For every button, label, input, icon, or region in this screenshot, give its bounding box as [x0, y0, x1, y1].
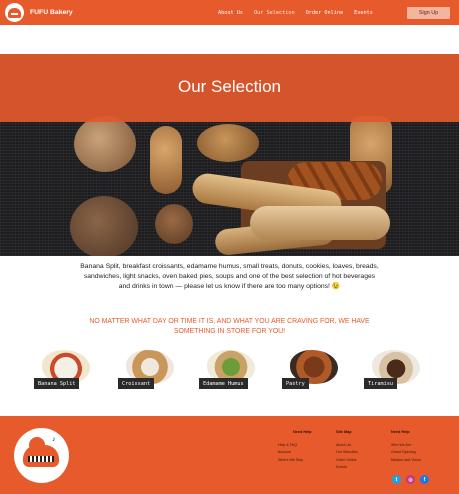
product-label[interactable]: Banana Split	[34, 378, 80, 389]
loaf-image	[250, 206, 390, 240]
footer-link[interactable]: About Us	[336, 443, 358, 447]
footer-link[interactable]: Help & FAQ	[278, 443, 312, 447]
footer-link[interactable]: Account	[278, 450, 312, 454]
tagline: NO MATTER WHAT DAY OR TIME IT IS, AND WH…	[89, 318, 370, 335]
main-nav: About Us Our Selection Order Online Even…	[218, 0, 384, 25]
sign-up-button[interactable]: Sign Up	[407, 7, 450, 19]
nav-events[interactable]: Events	[354, 10, 373, 16]
description-line-2: and drinks in town — please let us know …	[118, 282, 341, 290]
footer-column-site-map: Site Map About Us Our Selection Order On…	[336, 430, 358, 472]
facebook-icon[interactable]: f	[420, 475, 429, 484]
footer-link[interactable]: Mission and Vision	[391, 458, 421, 462]
footer-heading: Need Help	[293, 430, 312, 434]
instagram-icon[interactable]: ◎	[406, 475, 415, 484]
footer-heading: Site Map	[336, 430, 352, 434]
product-card[interactable]: Tiramisu	[364, 350, 424, 390]
brand-name[interactable]: FUFU Bakery	[30, 9, 73, 16]
footer-link[interactable]: Where We Ship	[278, 458, 312, 462]
selection-description: Banana Split, breakfast croissants, edam…	[62, 262, 397, 292]
footer-link[interactable]: Order Online	[336, 458, 358, 462]
footer-link[interactable]: Grand Opening	[391, 450, 421, 454]
nav-our-selection[interactable]: Our Selection	[254, 10, 295, 16]
product-card[interactable]: Banana Split	[34, 350, 94, 390]
footer-logo-icon[interactable]: ♪	[14, 428, 69, 483]
product-label[interactable]: Pastry	[282, 378, 309, 389]
product-label[interactable]: Tiramisu	[364, 378, 397, 389]
page-title: Our Selection	[178, 77, 281, 96]
nav-order-online[interactable]: Order Online	[306, 10, 343, 16]
product-label[interactable]: Croissant	[118, 378, 155, 389]
bread-image	[197, 124, 259, 162]
footer-heading: Need Help	[391, 430, 410, 434]
nav-about-us[interactable]: About Us	[218, 10, 243, 16]
hero-banner: Our Selection	[0, 54, 459, 256]
product-label[interactable]: Edamame Humus	[199, 378, 248, 389]
product-card[interactable]: Pastry	[282, 350, 342, 390]
description-line-1: Banana Split, breakfast croissants, edam…	[80, 263, 379, 280]
product-card[interactable]: Croissant	[118, 350, 178, 390]
site-header: FUFU Bakery About Us Our Selection Order…	[0, 0, 459, 25]
twitter-icon[interactable]: t	[392, 475, 401, 484]
bread-image	[150, 126, 182, 194]
product-card[interactable]: Edamame Humus	[199, 350, 259, 390]
footer-link[interactable]: Our Selection	[336, 450, 358, 454]
bread-image	[155, 204, 193, 244]
footer-column-about: Need Help Who We Are Grand Opening Missi…	[391, 430, 421, 465]
footer-column-help: Need Help Help & FAQ Account Where We Sh…	[278, 430, 312, 465]
footer-link[interactable]: Events	[336, 465, 358, 469]
bread-image	[70, 196, 138, 256]
footer-link[interactable]: Who We Are	[391, 443, 421, 447]
bread-image	[74, 116, 136, 172]
bakery-logo-icon[interactable]	[5, 3, 24, 22]
